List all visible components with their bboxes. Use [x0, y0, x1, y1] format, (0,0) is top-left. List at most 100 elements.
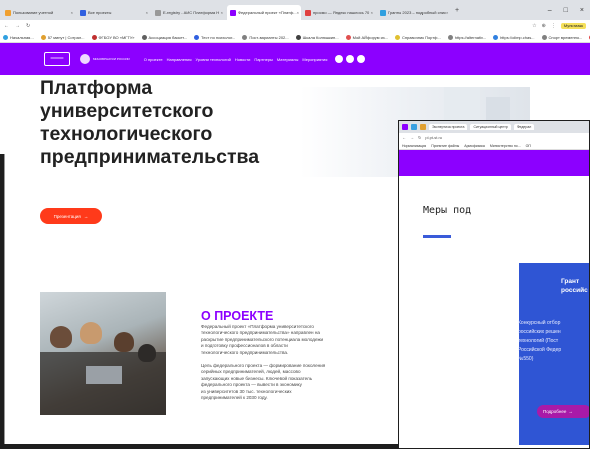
bookmark-item[interactable]: Тест по психолог... [194, 34, 235, 40]
telegram-icon[interactable] [346, 55, 355, 63]
secondary-tab-bar: Экспертиза проекта Ситуационный центр Фе… [399, 121, 589, 133]
social-icons [335, 55, 366, 63]
forward-icon[interactable]: → [410, 135, 414, 140]
new-tab-button[interactable]: + [455, 7, 459, 14]
forward-icon[interactable]: → [15, 23, 20, 29]
about-title: О ПРОЕКТЕ [201, 309, 274, 323]
bookmark-item[interactable]: Мой АЙфорум из... [345, 34, 388, 40]
nav-link-directions[interactable]: Направления [167, 57, 192, 62]
ministry-label: МИНОБРНАУКИ РОССИИ [93, 57, 130, 61]
arrow-right-icon: → [568, 409, 573, 414]
tab-favicon-icon [380, 9, 386, 16]
platform-logo[interactable]: ═══ [44, 52, 70, 66]
site-nav-links: О проекте Направления Уровни технологий … [144, 57, 328, 62]
bookmark-item[interactable]: ФГБОУ ВО «МГТУ» [91, 34, 135, 40]
nav-link-partners[interactable]: Партнеры [254, 57, 273, 62]
close-window-button[interactable]: × [580, 7, 584, 14]
back-icon[interactable]: ← [4, 23, 9, 29]
tab-label: Все проекты [88, 10, 112, 15]
menu-icon[interactable]: ⋮ [551, 23, 556, 29]
tab-favicon-icon [305, 9, 311, 16]
bookmark-item[interactable]: Шкала Колюшкин... [295, 34, 339, 40]
tab-favicon-icon [5, 9, 11, 16]
more-button-label: Подробнее [543, 409, 567, 414]
back-icon[interactable]: ← [402, 135, 406, 140]
search-icon[interactable] [357, 55, 366, 63]
nav-link-levels[interactable]: Уровни технологий [196, 57, 231, 62]
secondary-tab[interactable]: Ситуационный центр [470, 124, 511, 130]
window-bottom-border [0, 444, 400, 449]
bookmark-label: Спорт временно... [548, 34, 583, 40]
minimize-button[interactable]: – [548, 7, 552, 14]
browser-tab[interactable]: Пользование учетной × [2, 5, 76, 20]
browser-tab[interactable]: Все проекты × [77, 5, 151, 20]
tab-close-icon[interactable]: × [221, 10, 223, 15]
bookmark-item[interactable]: Ассоциация баскет... [141, 34, 187, 40]
bookmark-item[interactable]: https://olimp.chas... [493, 34, 535, 40]
heading-underline [423, 235, 451, 238]
grant-card[interactable]: Грант российс Конкурсный отбор российски… [518, 263, 589, 445]
bookmark-favicon-icon [493, 34, 499, 40]
tab-label: просмо — Яндекс нашлось 70 [313, 10, 370, 15]
ministry-logo[interactable]: МИНОБРНАУКИ РОССИИ [80, 54, 130, 64]
bookmark-label: Справочник Портф... [401, 34, 441, 40]
secondary-tab[interactable]: Экспертиза проекта [429, 124, 468, 130]
url-text[interactable]: pl.pt-st.ru [425, 135, 442, 140]
tab-close-icon[interactable]: × [297, 10, 299, 15]
grant-card-title: Грант российс [561, 278, 588, 294]
tab-label: Пользование учетной [13, 10, 54, 15]
extension-icon[interactable]: ⊕ [542, 23, 546, 29]
address-bar[interactable]: ← → ↻ ☆ ⊕ ⋮ Мультиакк [0, 20, 590, 32]
tab-favicon-icon [80, 9, 86, 16]
team-photo [40, 292, 166, 415]
bookmark-item[interactable]: Спорт временно... [541, 34, 583, 40]
support-measures-heading: Меры под [423, 205, 472, 216]
bookmark-label: Начальная... [10, 34, 34, 40]
hero-title-line: предпринимательства [40, 146, 260, 168]
reload-icon[interactable]: ↻ [26, 23, 30, 29]
bookmark-item[interactable]: Министерство по... [490, 144, 521, 148]
nav-link-materials[interactable]: Материалы [277, 57, 298, 62]
browser-tab[interactable]: просмо — Яндекс нашлось 70 × [302, 5, 376, 20]
bookmark-item[interactable]: 57 минут | Сотрал... [40, 34, 85, 40]
secondary-tab[interactable]: Федерал [513, 124, 535, 130]
bookmark-item[interactable]: ОП [526, 144, 531, 148]
hero-title: Платформа университетского технологическ… [40, 77, 300, 169]
vk-icon[interactable] [335, 55, 344, 63]
browser-tab[interactable]: Гранты 2023 – подробный спис × [377, 5, 451, 20]
maximize-button[interactable]: □ [564, 7, 568, 14]
desktop: Пользование учетной × Все проекты × E-regist… [0, 0, 590, 449]
bookmark-item[interactable]: Пост-варианты 202... [242, 34, 289, 40]
bookmark-item[interactable]: Справочник Портф... [394, 34, 441, 40]
presentation-button[interactable]: Презентация → [40, 208, 102, 224]
bookmark-item[interactable]: Принятие файлы [431, 144, 459, 148]
nav-link-events[interactable]: Мероприятия [302, 57, 327, 62]
grant-card-description: Конкурсный отбор российских решен технол… [518, 320, 562, 362]
bookmark-favicon-icon [447, 34, 453, 40]
nav-link-about[interactable]: О проекте [144, 57, 163, 62]
profile-pill[interactable]: Мультиакк [560, 23, 586, 29]
reload-icon[interactable]: ↻ [418, 135, 421, 140]
secondary-address-bar[interactable]: ← → ↻ pl.pt-st.ru [399, 133, 589, 142]
star-icon[interactable]: ☆ [532, 23, 536, 29]
bookmark-label: ФГБОУ ВО «МГТУ» [98, 34, 135, 40]
tab-close-icon[interactable]: × [371, 10, 373, 15]
bookmark-favicon-icon [40, 34, 46, 40]
secondary-browser-window[interactable]: Экспертиза проекта Ситуационный центр Фе… [398, 120, 590, 449]
more-button[interactable]: Подробнее → [537, 405, 589, 418]
bookmark-favicon-icon [242, 34, 248, 40]
hero-title-line: университетского [40, 100, 214, 122]
bookmark-item[interactable]: https://alternativ... [447, 34, 486, 40]
browser-tab[interactable]: E-registry - АИС Платформа Н × [152, 5, 226, 20]
arrow-right-icon: → [83, 213, 89, 219]
nav-link-news[interactable]: Новости [235, 57, 250, 62]
bookmark-item[interactable]: Нормализация [402, 144, 426, 148]
bookmark-favicon-icon [91, 34, 97, 40]
browser-tab[interactable]: Федеральный проект «Платф... × [227, 5, 301, 20]
tab-close-icon[interactable]: × [446, 10, 448, 15]
tab-close-icon[interactable]: × [146, 10, 148, 15]
bookmark-item[interactable]: Начальная... [3, 34, 34, 40]
bookmark-item[interactable]: Армофизика [464, 144, 485, 148]
tab-close-icon[interactable]: × [71, 10, 73, 15]
bookmarks-bar: Начальная... 57 минут | Сотрал... ФГБОУ ВО… [0, 32, 590, 43]
